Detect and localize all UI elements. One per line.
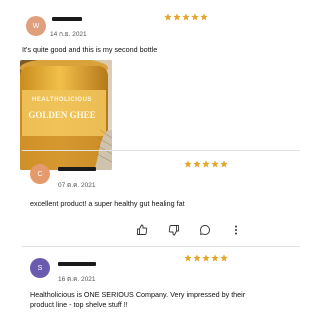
- star-icon: [211, 254, 219, 262]
- review-text: Healtholicious is ONE SERIOUS Company. V…: [30, 290, 246, 309]
- avatar: C: [30, 164, 50, 184]
- star-rating: [184, 160, 228, 168]
- avatar: W: [26, 16, 46, 36]
- review-date: 14 ก.ย. 2021: [50, 31, 87, 38]
- thumbs-down-icon[interactable]: [168, 224, 180, 236]
- star-icon: [184, 160, 192, 168]
- star-icon: [191, 13, 199, 21]
- star-icon: [173, 13, 181, 21]
- reviewer-name-redacted: [52, 17, 82, 21]
- star-icon: [164, 13, 172, 21]
- star-icon: [193, 160, 201, 168]
- review-text: It's quite good and this is my second bo…: [22, 45, 158, 54]
- avatar: S: [30, 258, 50, 278]
- star-rating: [164, 13, 208, 21]
- review-date: 16 ต.ค. 2021: [58, 276, 96, 283]
- star-icon: [182, 13, 190, 21]
- star-icon: [200, 13, 208, 21]
- more-vertical-icon[interactable]: [230, 224, 242, 236]
- reviewer-name-redacted: [58, 262, 96, 266]
- star-icon: [184, 254, 192, 262]
- comment-icon[interactable]: [199, 224, 211, 236]
- star-icon: [202, 160, 210, 168]
- review-photo[interactable]: HEALTHOLICIOUS GOLDEN GHEE: [20, 60, 112, 170]
- review-date: 07 ต.ค. 2021: [58, 182, 96, 189]
- star-icon: [202, 254, 210, 262]
- photo-label-product: GOLDEN GHEE: [28, 110, 96, 120]
- review-text: excellent product! a super healthy gut h…: [30, 199, 185, 208]
- star-icon: [220, 254, 228, 262]
- star-icon: [193, 254, 201, 262]
- star-icon: [211, 160, 219, 168]
- divider: [22, 150, 300, 151]
- reviewer-name-redacted: [58, 167, 96, 171]
- divider: [22, 246, 300, 247]
- star-icon: [220, 160, 228, 168]
- photo-label-brand: HEALTHOLICIOUS: [32, 97, 92, 103]
- thumbs-up-icon[interactable]: [136, 224, 148, 236]
- star-rating: [184, 254, 228, 262]
